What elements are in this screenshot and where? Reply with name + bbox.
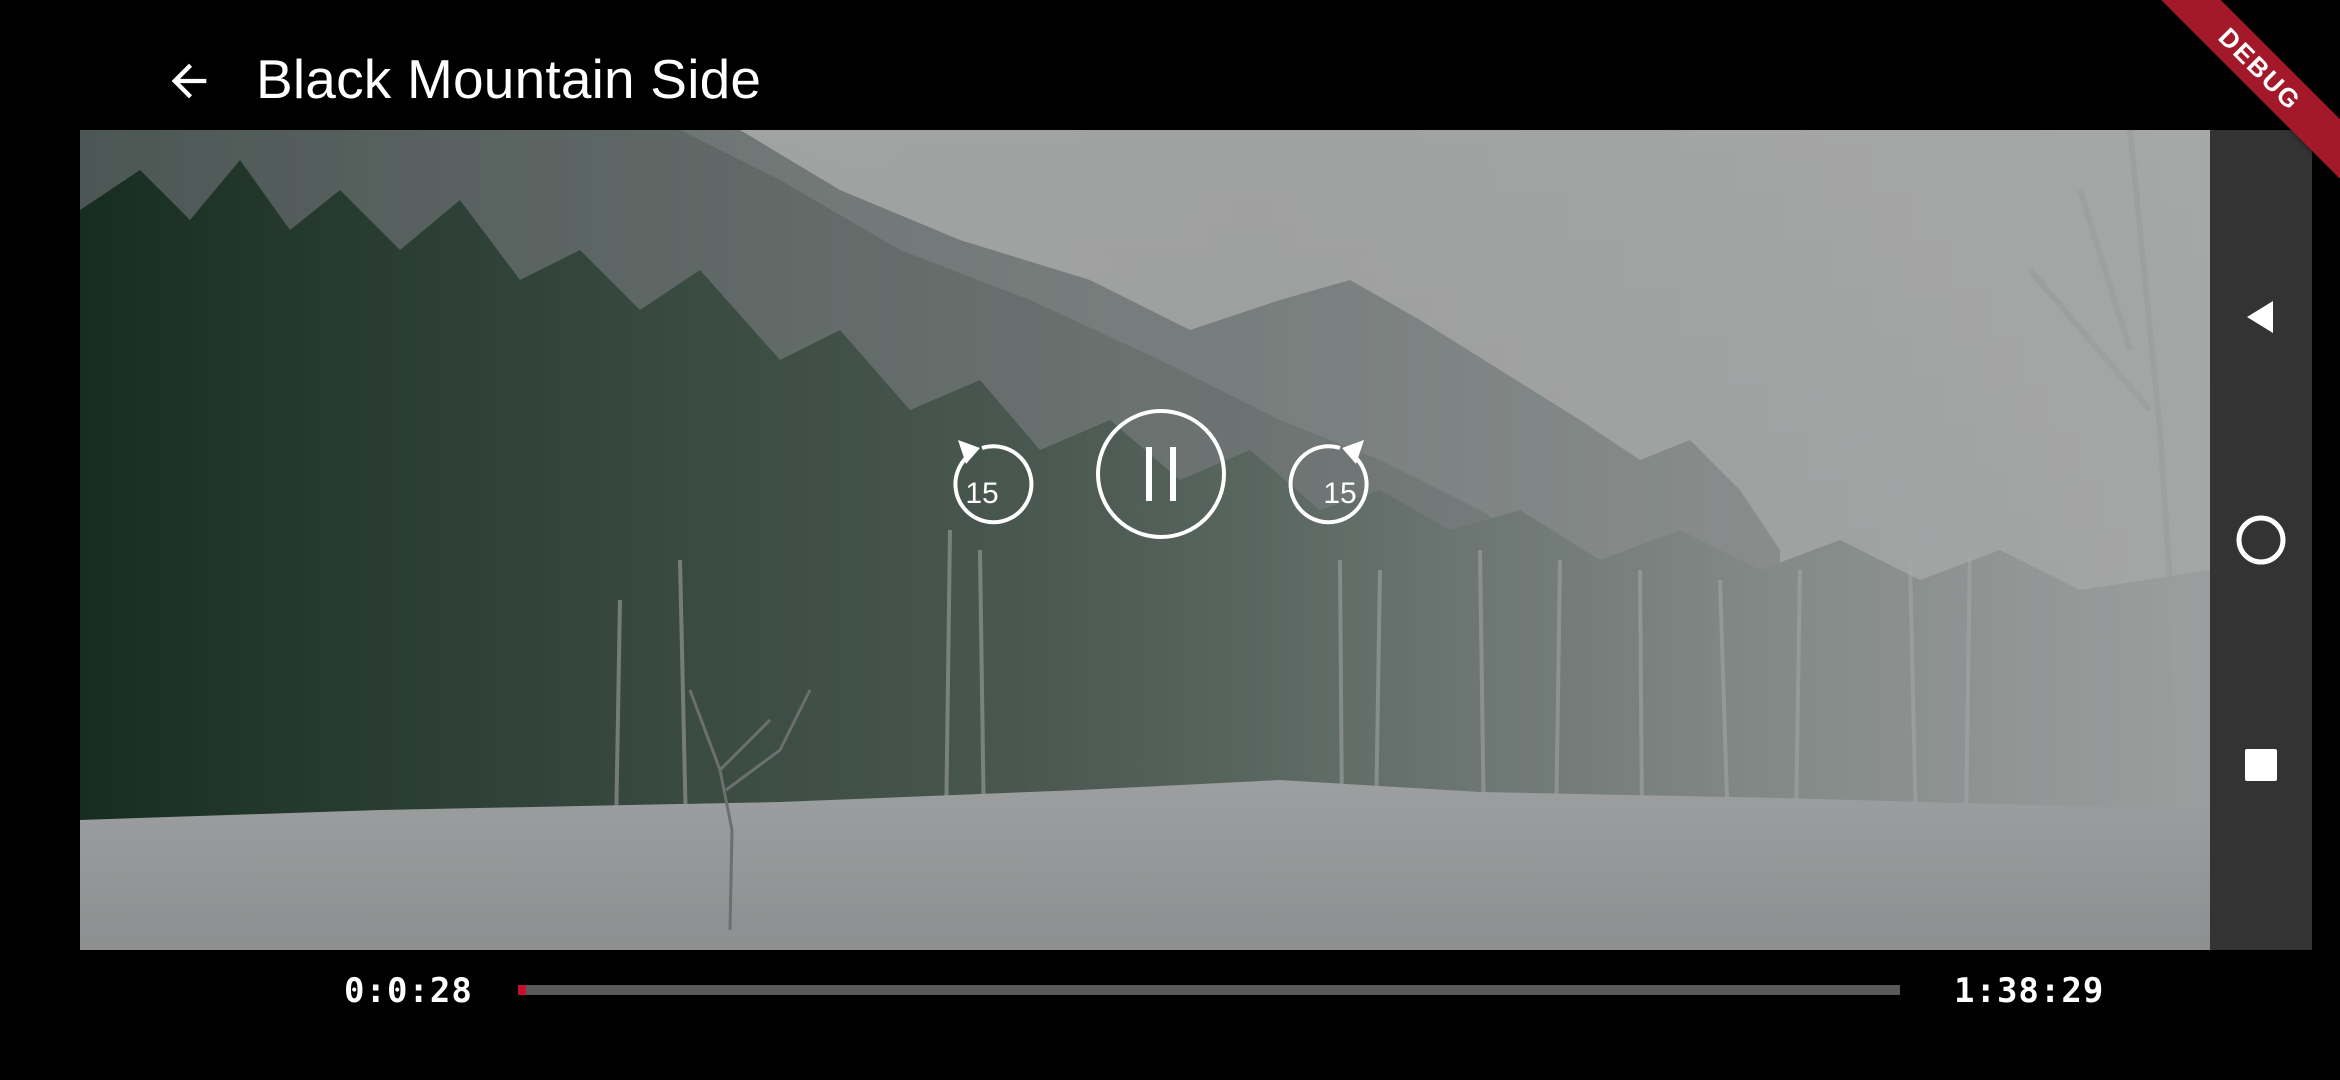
system-recents-button[interactable]	[2210, 715, 2312, 815]
back-button[interactable]	[150, 42, 228, 120]
total-duration: 1:38:29	[1954, 971, 2105, 1011]
video-surface[interactable]: 15 15	[80, 130, 2210, 950]
seek-slider[interactable]	[518, 980, 1900, 1000]
rewind-seconds-label: 15	[965, 477, 999, 510]
video-player-screen: Black Mountain Side 15 15 0:0:28 1:38:29…	[0, 0, 2340, 1080]
app-bar: Black Mountain Side	[0, 0, 2340, 130]
playback-progress-bar: 0:0:28 1:38:29	[0, 950, 2340, 1080]
nav-home-circle-icon	[2236, 515, 2286, 565]
rewind-15-button[interactable]: 15	[922, 426, 1042, 546]
system-navigation-bar	[2210, 130, 2312, 950]
nav-back-triangle-icon	[2247, 301, 2273, 333]
system-back-button[interactable]	[2210, 267, 2312, 367]
pause-icon	[1096, 409, 1226, 539]
arrow-back-icon	[171, 63, 207, 99]
nav-recents-square-icon	[2245, 749, 2277, 781]
pause-button[interactable]	[1094, 407, 1228, 541]
current-position: 0:0:28	[344, 971, 473, 1011]
forward-15-button[interactable]: 15	[1280, 426, 1400, 546]
video-title: Black Mountain Side	[256, 48, 762, 110]
seek-track	[518, 985, 1900, 995]
seek-played-fill	[518, 985, 527, 995]
system-home-button[interactable]	[2210, 490, 2312, 590]
forward-seconds-label: 15	[1323, 477, 1357, 510]
